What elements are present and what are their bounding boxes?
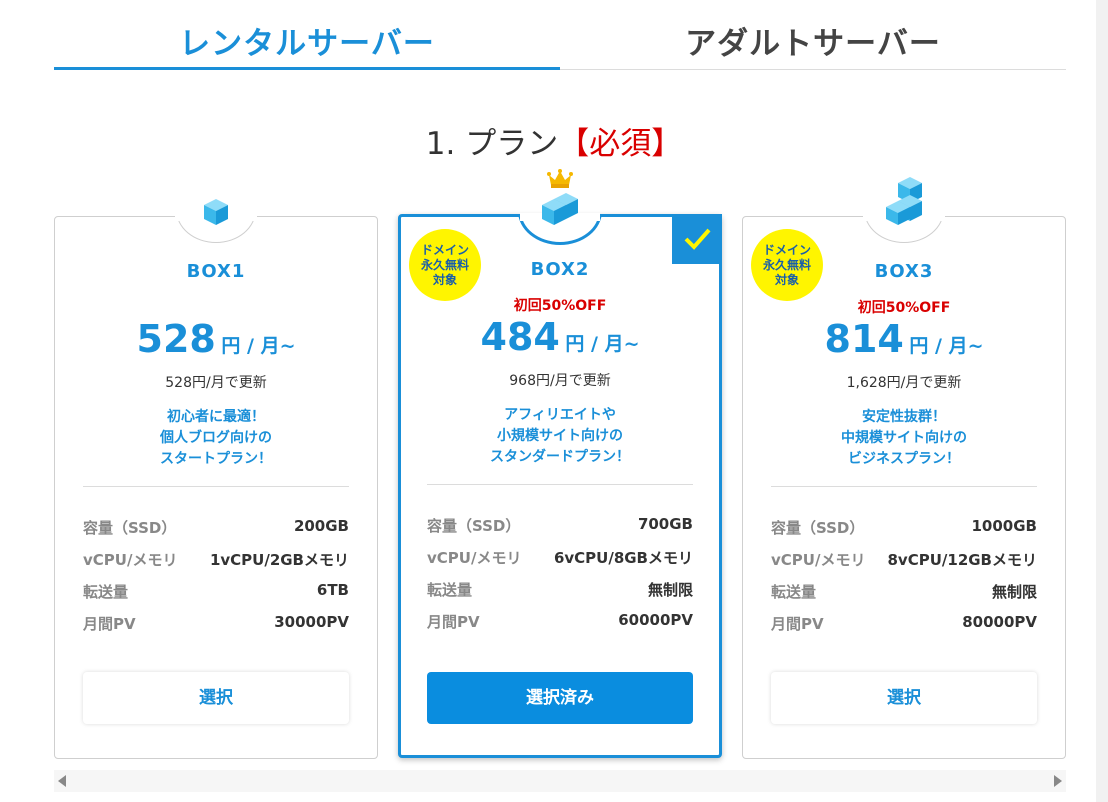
scroll-right-arrow-icon[interactable] (1054, 775, 1062, 787)
spec-row-pv: 月間PV 60000PV (427, 611, 693, 643)
spec-row-transfer: 転送量 無制限 (771, 581, 1037, 613)
spec-value: 200GB (293, 517, 349, 535)
discount-label: 初回50%OFF (857, 300, 951, 316)
spec-label: 転送量 (83, 583, 129, 601)
price: 814 円 / 月~ (743, 317, 1065, 361)
spec-value: 1vCPU/2GBメモリ (209, 551, 349, 569)
spec-label: 容量（SSD） (427, 517, 521, 535)
double-cube-icon (542, 193, 578, 225)
spec-row-storage: 容量（SSD） 700GB (427, 515, 693, 547)
desc-line: 安定性抜群！ (862, 409, 946, 425)
spec-value: 無制限 (991, 583, 1037, 601)
price: 484 円 / 月~ (401, 315, 719, 359)
price-unit: 円 / 月~ (909, 335, 984, 357)
plan-description: アフィリエイトや 小規模サイト向けの スタンダードプラン！ (401, 405, 719, 468)
plan-name: BOX1 (186, 261, 246, 282)
vertical-scrollbar-track[interactable] (1096, 0, 1108, 802)
plan-description: 安定性抜群！ 中規模サイト向けの ビジネスプラン！ (743, 407, 1065, 470)
spec-row-pv: 月間PV 80000PV (771, 613, 1037, 645)
spec-label: 転送量 (427, 581, 473, 599)
spec-row-transfer: 転送量 無制限 (427, 579, 693, 611)
renewal-price: 528円/月で更新 (165, 375, 267, 391)
plan-name: BOX3 (874, 261, 934, 282)
scroll-left-arrow-icon[interactable] (58, 775, 66, 787)
tab-rental-server[interactable]: レンタルサーバー (54, 18, 560, 62)
spec-row-storage: 容量（SSD） 1000GB (771, 517, 1037, 549)
spec-label: vCPU/メモリ (771, 551, 866, 569)
plan-card-box3[interactable]: ドメイン 永久無料 対象 BOX3 初回50%OFF 814 円 / 月~ 1,… (742, 177, 1066, 759)
spec-label: vCPU/メモリ (83, 551, 178, 569)
tab-adult-server[interactable]: アダルトサーバー (560, 18, 1066, 62)
plan-card-box2[interactable]: ドメイン 永久無料 対象 BOX2 初回50%OFF 484 円 / 月~ 96… (398, 169, 722, 758)
desc-line: スタートプラン！ (160, 451, 272, 467)
desc-line: ビジネスプラン！ (848, 451, 960, 467)
section-title-text: 1. プラン (425, 126, 559, 162)
renewal-price: 968円/月で更新 (509, 373, 611, 389)
desc-line: 個人ブログ向けの (160, 430, 272, 446)
discount-label: 初回50%OFF (513, 298, 607, 314)
select-button-box2[interactable]: 選択済み (427, 672, 693, 724)
spec-value: 無制限 (647, 581, 693, 599)
spec-value: 6vCPU/8GBメモリ (553, 549, 693, 567)
spec-label: 月間PV (427, 613, 480, 631)
select-button-box1[interactable]: 選択 (83, 672, 349, 724)
spec-label: 月間PV (771, 615, 824, 633)
price-unit: 円 / 月~ (221, 335, 296, 357)
price-unit: 円 / 月~ (565, 333, 640, 355)
triple-cube-icon (886, 177, 922, 225)
plan-card-box1[interactable]: BOX1 528 円 / 月~ 528円/月で更新 初心者に最適！ 個人ブログ向… (54, 199, 378, 759)
price: 528 円 / 月~ (55, 317, 377, 361)
price-amount: 528 (136, 317, 216, 361)
spec-row-cpu: vCPU/メモリ 8vCPU/12GBメモリ (771, 549, 1037, 581)
plan-name: BOX2 (530, 259, 590, 280)
spec-value: 700GB (637, 515, 693, 533)
spec-value: 80000PV (962, 613, 1037, 631)
section-title: 1. プラン【必須】 (0, 118, 1108, 163)
spec-value: 6TB (316, 581, 349, 599)
divider (83, 486, 349, 487)
plan-description: 初心者に最適！ 個人ブログ向けの スタートプラン！ (55, 407, 377, 470)
spec-row-storage: 容量（SSD） 200GB (83, 517, 349, 549)
desc-line: 初心者に最適！ (167, 409, 265, 425)
cube-icon (204, 199, 228, 225)
spec-row-pv: 月間PV 30000PV (83, 613, 349, 645)
renewal-price: 1,628円/月で更新 (846, 375, 962, 391)
divider (771, 486, 1037, 487)
spec-value: 8vCPU/12GBメモリ (887, 551, 1038, 569)
desc-line: アフィリエイトや (504, 407, 616, 423)
spec-label: 月間PV (83, 615, 136, 633)
spec-value: 1000GB (971, 517, 1038, 535)
selected-check-icon (672, 214, 722, 264)
price-amount: 484 (480, 315, 560, 359)
desc-line: 小規模サイト向けの (497, 428, 623, 444)
spec-row-cpu: vCPU/メモリ 6vCPU/8GBメモリ (427, 547, 693, 579)
spec-label: 転送量 (771, 583, 817, 601)
active-tab-underline (54, 67, 560, 70)
badge-line: ドメイン (420, 243, 469, 257)
divider (427, 484, 693, 485)
spec-value: 60000PV (618, 611, 693, 629)
spec-label: 容量（SSD） (771, 519, 865, 537)
desc-line: スタンダードプラン！ (490, 449, 630, 465)
spec-row-cpu: vCPU/メモリ 1vCPU/2GBメモリ (83, 549, 349, 581)
spec-label: 容量（SSD） (83, 519, 177, 537)
spec-value: 30000PV (274, 613, 349, 631)
badge-line: ドメイン (762, 243, 811, 257)
spec-row-transfer: 転送量 6TB (83, 581, 349, 613)
desc-line: 中規模サイト向けの (841, 430, 967, 446)
crown-icon (547, 169, 573, 188)
server-type-tabs: レンタルサーバー アダルトサーバー (54, 0, 1066, 70)
required-label: 【必須】 (558, 126, 683, 162)
spec-label: vCPU/メモリ (427, 549, 522, 567)
select-button-box3[interactable]: 選択 (771, 672, 1037, 724)
price-amount: 814 (824, 317, 904, 361)
horizontal-scrollbar[interactable] (54, 770, 1066, 792)
